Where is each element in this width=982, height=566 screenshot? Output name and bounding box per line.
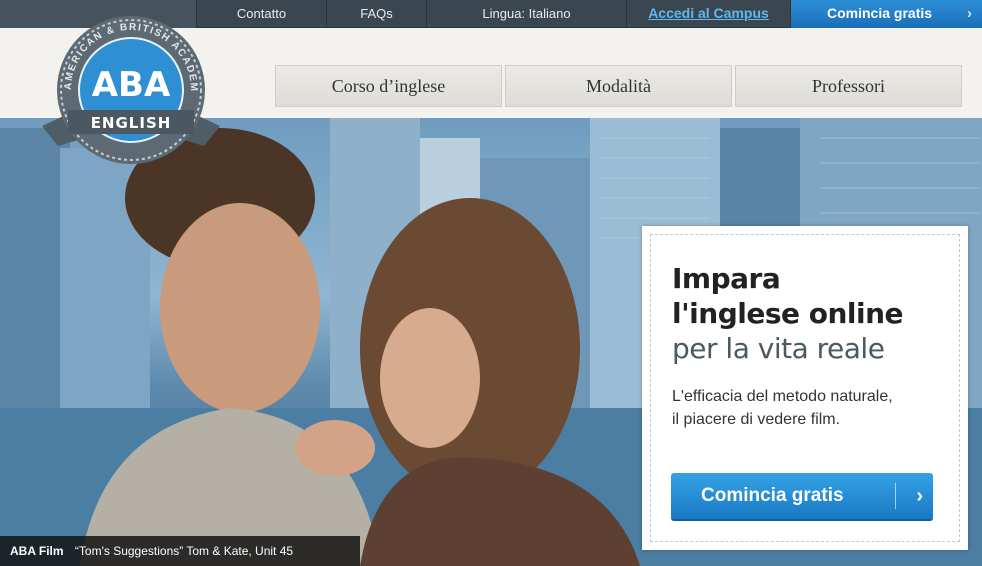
- chevron-right-icon: ›: [916, 485, 923, 507]
- chevron-right-icon: ›: [967, 5, 972, 22]
- promo-card-inner: Impara l'inglese online per la vita real…: [650, 234, 960, 542]
- start-free-top-button[interactable]: Comincia gratis ›: [790, 0, 982, 28]
- promo-heading-line2: l'inglese online: [672, 297, 904, 330]
- nav-professori[interactable]: Professori: [735, 65, 962, 107]
- button-divider: [895, 483, 896, 509]
- promo-heading-line3: per la vita reale: [672, 332, 885, 365]
- promo-heading-line1: Impara: [672, 262, 781, 295]
- language-selector[interactable]: Lingua: Italiano: [426, 0, 626, 28]
- caption-film-title: “Tom's Suggestions” Tom & Kate, Unit 45: [74, 544, 294, 558]
- film-caption: ABA Film “Tom's Suggestions” Tom & Kate,…: [0, 536, 360, 566]
- promo-description-line1: L'efficacia del metodo naturale,: [672, 388, 893, 405]
- promo-card: Impara l'inglese online per la vita real…: [642, 226, 968, 550]
- caption-film-label: ABA Film: [10, 544, 64, 558]
- start-free-label: Comincia gratis: [701, 485, 844, 506]
- campus-login-link[interactable]: Accedi al Campus: [626, 0, 790, 28]
- nav-corso-inglese[interactable]: Corso d’inglese: [275, 65, 502, 107]
- logo-word: ENGLISH: [91, 114, 172, 132]
- promo-description-line2: il piacere di vedere film.: [672, 411, 841, 428]
- start-free-button[interactable]: Comincia gratis ›: [671, 473, 933, 519]
- aba-english-logo[interactable]: AMERICAN & BRITISH ACADEMY ABA ENGLISH: [34, 6, 224, 172]
- logo-abbr: ABA: [92, 65, 171, 105]
- start-free-top-label: Comincia gratis: [827, 5, 933, 21]
- faqs-link[interactable]: FAQs: [326, 0, 426, 28]
- nav-modalita[interactable]: Modalità: [505, 65, 732, 107]
- promo-description: L'efficacia del metodo naturale, il piac…: [672, 385, 942, 431]
